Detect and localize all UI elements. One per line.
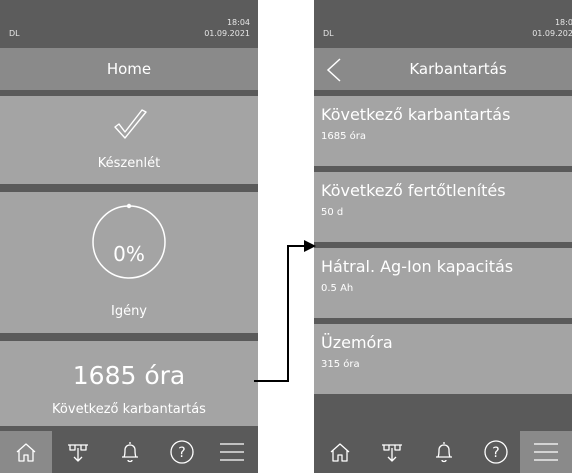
navigation-arrow xyxy=(254,240,316,382)
